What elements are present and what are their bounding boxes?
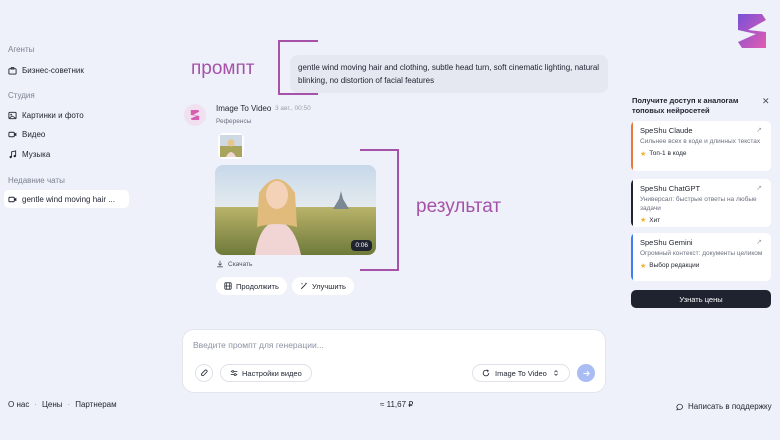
sliders-icon <box>230 370 238 376</box>
video-duration: 0:06 <box>351 240 372 251</box>
promo-card-gemini[interactable]: SpeShu Gemini Огромный контекст: докумен… <box>631 233 771 281</box>
promo-title: Получите доступ к аналогам топовых нейро… <box>632 96 739 115</box>
refresh-icon <box>482 369 490 377</box>
arrow-right-icon <box>582 370 590 376</box>
sidebar-item-business-advisor[interactable]: Бизнес-советник <box>8 62 84 78</box>
star-icon: ★ <box>640 217 647 224</box>
separator: · <box>67 400 71 409</box>
card-accent-bar <box>631 233 633 281</box>
agents-heading: Агенты <box>8 45 35 54</box>
card-tag: ★ Выбор редакции <box>640 262 700 270</box>
card-accent-bar <box>631 179 633 227</box>
prompt-input[interactable] <box>193 340 573 350</box>
promo-card-chatgpt[interactable]: SpeShu ChatGPT Универсал: быстрые ответы… <box>631 179 771 227</box>
recent-chat-label: gentle wind moving hair ... <box>22 194 115 204</box>
card-name: SpeShu Claude <box>640 126 693 135</box>
assistant-avatar <box>184 104 206 126</box>
external-link-icon: ↗ <box>756 239 762 246</box>
about-link[interactable]: О нас <box>8 400 29 409</box>
sidebar-item-label: Музыка <box>22 149 51 159</box>
card-description: Универсал: быстрые ответы на любые задач… <box>640 196 757 212</box>
external-link-icon: ↗ <box>756 127 762 134</box>
separator: · <box>34 400 37 409</box>
prompt-composer: Настройки видео Image To Video <box>182 329 606 393</box>
card-description: Огромный контекст: документы целиком <box>640 250 763 257</box>
references-label: Референсы <box>216 118 252 125</box>
partners-link[interactable]: Партнерам <box>75 400 116 409</box>
video-icon <box>8 131 17 137</box>
card-name: SpeShu Gemini <box>640 238 693 247</box>
film-icon <box>224 282 232 290</box>
download-icon <box>217 260 223 268</box>
message-title: Image To Video <box>216 104 272 113</box>
footer-links: О нас · Цены · Партнерам <box>8 400 117 409</box>
promo-card-claude[interactable]: SpeShu Claude Сильнее всех в коде и длин… <box>631 121 771 171</box>
card-tag: ★ Топ-1 в коде <box>640 150 687 158</box>
magic-wand-icon <box>300 282 307 290</box>
chevron-updown-icon <box>554 370 558 376</box>
recent-chats-heading: Недавние чаты <box>8 176 65 185</box>
continue-button[interactable]: Продолжить <box>216 277 287 295</box>
sidebar-item-images[interactable]: Картинки и фото <box>8 107 84 123</box>
studio-heading: Студия <box>8 91 35 100</box>
sidebar-item-music[interactable]: Музыка <box>8 146 50 162</box>
model-select-label: Image To Video <box>495 368 547 378</box>
app-logo[interactable] <box>736 12 768 50</box>
card-tag: ★ Хит <box>640 216 661 225</box>
view-prices-button[interactable]: Узнать цены <box>631 290 771 308</box>
sidebar-item-video[interactable]: Видео <box>8 126 45 142</box>
music-icon <box>9 149 17 158</box>
video-settings-label: Настройки видео <box>242 368 302 378</box>
external-link-icon: ↗ <box>756 185 762 192</box>
card-description: Сильнее всех в коде и длинных текстах <box>640 138 761 145</box>
prices-link[interactable]: Цены <box>42 400 63 409</box>
download-label: Скачать <box>228 260 253 268</box>
continue-label: Продолжить <box>236 281 279 291</box>
reference-thumbnail[interactable] <box>218 133 244 159</box>
image-icon <box>8 111 17 119</box>
star-icon: ★ <box>640 150 647 158</box>
sidebar-item-label: Видео <box>22 129 46 139</box>
send-button[interactable] <box>577 364 595 382</box>
user-prompt-bubble: gentle wind moving hair and clothing, su… <box>290 55 608 93</box>
video-icon <box>8 196 17 202</box>
improve-button[interactable]: Улучшить <box>292 277 354 295</box>
chat-bubble-icon <box>676 403 683 411</box>
message-timestamp: 3 авг., 00:50 <box>275 105 311 112</box>
star-icon: ★ <box>640 262 647 270</box>
close-icon[interactable]: ✕ <box>762 96 770 107</box>
improve-label: Улучшить <box>312 281 346 291</box>
recent-chat-item[interactable]: gentle wind moving hair ... <box>4 190 129 208</box>
prompt-annotation: промпт <box>191 58 255 79</box>
result-annotation: результат <box>416 196 502 217</box>
result-video[interactable]: 0:06 <box>215 165 376 255</box>
video-settings-button[interactable]: Настройки видео <box>220 364 312 382</box>
attach-button[interactable] <box>195 364 213 382</box>
support-link[interactable]: Написать в поддержку <box>676 402 772 411</box>
briefcase-icon <box>8 66 17 75</box>
paperclip-icon <box>200 369 208 376</box>
card-name: SpeShu ChatGPT <box>640 184 701 193</box>
download-link[interactable]: Скачать <box>216 260 252 268</box>
sidebar-item-label: Бизнес-советник <box>22 65 84 75</box>
card-accent-bar <box>631 121 633 171</box>
support-label: Написать в поддержку <box>688 402 772 411</box>
balance: ≈ 11,67 ₽ <box>380 400 414 409</box>
model-select[interactable]: Image To Video <box>472 364 570 382</box>
sidebar-item-label: Картинки и фото <box>22 110 84 120</box>
